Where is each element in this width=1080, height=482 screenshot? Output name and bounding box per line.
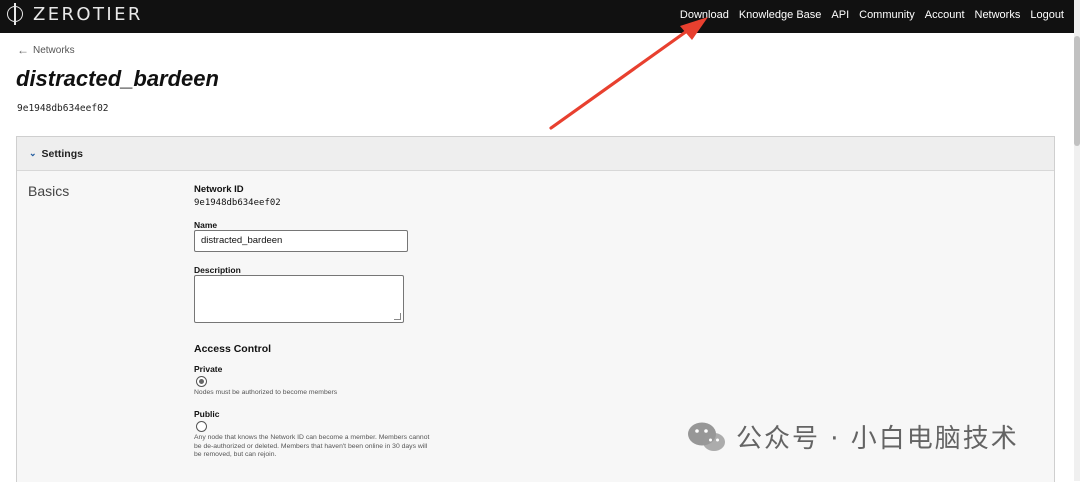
back-to-networks-link[interactable]: ← Networks xyxy=(17,43,75,57)
settings-panel-header[interactable]: ⌄ Settings xyxy=(17,137,1054,171)
nav-networks[interactable]: Networks xyxy=(975,9,1021,21)
nav-download[interactable]: Download xyxy=(680,9,729,21)
access-control-label: Access Control xyxy=(194,343,272,355)
chevron-down-icon: ⌄ xyxy=(29,148,37,158)
scrollbar-thumb[interactable] xyxy=(1074,36,1080,146)
description-label: Description xyxy=(194,265,241,275)
public-description: Any node that knows the Network ID can b… xyxy=(194,434,430,458)
nav-api[interactable]: API xyxy=(831,9,849,21)
nav-community[interactable]: Community xyxy=(859,9,915,21)
nav-account[interactable]: Account xyxy=(925,9,965,21)
public-label: Public xyxy=(194,409,220,419)
main-nav: Download Knowledge Base API Community Ac… xyxy=(680,9,1064,21)
nav-logout[interactable]: Logout xyxy=(1030,9,1064,21)
zerotier-logo[interactable]: ZEROTIER xyxy=(6,3,143,25)
back-link-label: Networks xyxy=(33,44,75,56)
network-id-subtitle: 9e1948db634eef02 xyxy=(17,103,109,114)
brand-name: ZEROTIER xyxy=(33,3,143,25)
private-description: Nodes must be authorized to become membe… xyxy=(194,389,338,396)
resize-handle-icon[interactable] xyxy=(394,313,401,320)
nav-knowledge-base[interactable]: Knowledge Base xyxy=(739,9,822,21)
settings-header-label: Settings xyxy=(41,147,83,160)
wechat-logo-icon xyxy=(688,422,725,451)
description-textarea[interactable] xyxy=(194,275,404,323)
top-nav-bar: ZEROTIER Download Knowledge Base API Com… xyxy=(0,0,1074,33)
basics-section-title: Basics xyxy=(28,183,70,199)
private-radio[interactable] xyxy=(196,376,207,387)
page-title: distracted_bardeen xyxy=(16,66,219,91)
zerotier-logo-icon xyxy=(6,3,26,25)
public-radio[interactable] xyxy=(196,421,207,432)
watermark: 公众号 · 小白电脑技术 xyxy=(686,418,1019,455)
name-label: Name xyxy=(194,220,218,230)
network-id-label: Network ID xyxy=(194,184,244,195)
name-input[interactable] xyxy=(194,230,408,252)
arrow-left-icon: ← xyxy=(17,43,29,57)
network-id-value: 9e1948db634eef02 xyxy=(194,198,281,208)
page-scrollbar[interactable] xyxy=(1074,0,1080,481)
watermark-text: 公众号 · 小白电脑技术 xyxy=(736,424,1019,454)
private-label: Private xyxy=(194,364,223,374)
